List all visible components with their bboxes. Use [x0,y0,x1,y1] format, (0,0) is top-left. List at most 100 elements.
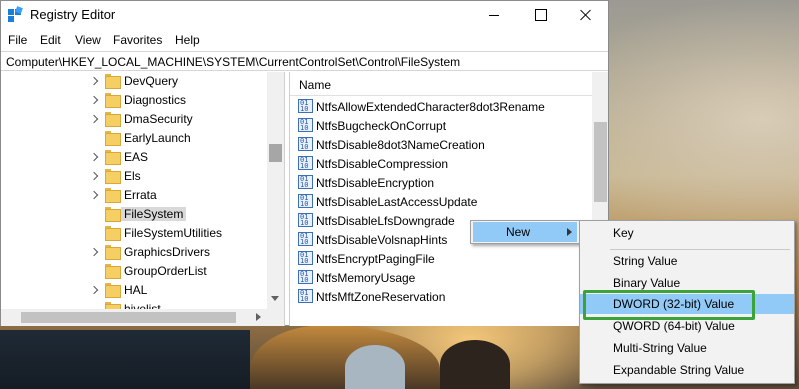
folder-icon [105,264,121,279]
menu-bar: File Edit View Favorites Help [1,30,608,50]
tree-item-label: Diagnostics [124,93,187,107]
registry-value-icon: 01 10 [298,194,313,208]
chevron-right-icon[interactable] [89,152,99,162]
tree-item-grouporderlist[interactable]: GroupOrderList [1,262,269,281]
tree-horizontal-scrollbar[interactable] [1,309,284,326]
value-row[interactable]: 01 10 NtfsDisableLastAccessUpdate [298,192,588,211]
submenu-item-expandable-string-value[interactable]: Expandable String Value [580,360,794,380]
submenu-item-label: Expandable String Value [613,363,745,377]
registry-value-icon: 01 10 [298,175,313,189]
chevron-right-icon[interactable] [89,171,99,181]
value-name: NtfsMemoryUsage [316,271,416,285]
chevron-right-icon[interactable] [89,247,99,257]
chevron-right-icon[interactable] [89,76,99,86]
title-bar[interactable]: Registry Editor [1,1,608,29]
context-menu: New [470,220,580,244]
wallpaper-rock-right [440,340,510,389]
scrollbar-thumb[interactable] [594,122,607,202]
submenu-item-label: String Value [613,254,678,268]
value-name: NtfsDisableCompression [316,157,449,171]
value-row[interactable]: 01 10 NtfsBugcheckOnCorrupt [298,116,588,135]
registry-value-icon: 01 10 [298,137,313,151]
maximize-button[interactable] [517,1,563,29]
value-name: NtfsDisable8dot3NameCreation [316,138,485,152]
value-row[interactable]: 01 10 NtfsDisableEncryption [298,173,588,192]
address-bar[interactable]: Computer\HKEY_LOCAL_MACHINE\SYSTEM\Curre… [1,51,608,71]
menu-file[interactable]: File [8,33,27,47]
tree-item-filesystemutilities[interactable]: FileSystemUtilities [1,224,269,243]
context-menu-new[interactable]: New [473,222,577,242]
value-name: NtfsDisableEncryption [316,176,435,190]
scroll-right-icon[interactable] [256,313,261,321]
submenu-item-label: Key [613,226,634,240]
folder-icon [105,188,121,203]
submenu-item-string-value[interactable]: String Value [580,251,794,271]
registry-value-icon: 01 10 [298,289,313,303]
registry-value-icon: 01 10 [298,118,313,132]
registry-value-icon: 01 10 [298,213,313,227]
submenu-item-label: Multi-String Value [613,341,707,355]
tree-item-label: HAL [124,283,148,297]
value-name: NtfsEncryptPagingFile [316,252,435,266]
tree-item-dmasecurity[interactable]: DmaSecurity [1,110,269,129]
registry-editor-window: Registry Editor File Edit View Favorites… [0,0,609,326]
tree-item-label: FileSystemUtilities [124,226,223,240]
column-header-name[interactable]: Name [290,72,592,96]
menu-view[interactable]: View [75,33,101,47]
menu-edit[interactable]: Edit [40,33,61,47]
value-row[interactable]: 01 10 NtfsEncryptPagingFile [298,249,588,268]
folder-icon [105,150,121,165]
value-row[interactable]: 01 10 NtfsMemoryUsage [298,268,588,287]
tree-item-filesystem[interactable]: FileSystem [1,205,269,224]
folder-icon [105,283,121,298]
value-row[interactable]: 01 10 NtfsDisableCompression [298,154,588,173]
value-row[interactable]: 01 10 NtfsAllowExtendedCharacter8dot3Rena… [298,97,588,116]
wallpaper-shadow [0,330,250,389]
window-title: Registry Editor [30,7,116,22]
menu-separator [610,249,790,250]
submenu-arrow-icon [567,228,572,236]
value-name: NtfsDisableVolsnapHints [316,233,448,247]
chevron-right-icon[interactable] [89,95,99,105]
registry-value-icon: 01 10 [298,156,313,170]
scrollbar-thumb[interactable] [21,312,236,323]
registry-value-icon: 01 10 [298,270,313,284]
tree-item-errata[interactable]: Errata [1,186,269,205]
tree-item-label: GroupOrderList [124,264,207,278]
highlight-annotation-box [583,290,755,320]
scrollbar-thumb[interactable] [269,144,282,162]
tree-item-label: DevQuery [124,74,179,88]
tree-item-graphicsdrivers[interactable]: GraphicsDrivers [1,243,269,262]
tree-item-label: Errata [124,188,157,202]
menu-favorites[interactable]: Favorites [113,33,162,47]
tree-item-eas[interactable]: EAS [1,148,269,167]
tree-vertical-scrollbar[interactable] [267,72,284,309]
tree-item-label: Els [124,169,141,183]
chevron-right-icon[interactable] [89,285,99,295]
tree-item-devquery[interactable]: DevQuery [1,72,269,91]
tree-item-label: GraphicsDrivers [124,245,211,259]
value-row[interactable]: 01 10 NtfsDisable8dot3NameCreation [298,135,588,154]
chevron-right-icon[interactable] [89,190,99,200]
folder-icon [105,93,121,108]
close-button[interactable] [563,1,609,29]
folder-icon [105,207,121,222]
value-name: NtfsAllowExtendedCharacter8dot3Rename [316,100,545,114]
menu-help[interactable]: Help [175,33,200,47]
submenu-item-multi-string-value[interactable]: Multi-String Value [580,338,794,358]
column-header-label: Name [299,78,332,92]
scroll-down-icon[interactable] [271,296,279,301]
tree-item-diagnostics[interactable]: Diagnostics [1,91,269,110]
folder-icon [105,131,121,146]
submenu-item-label: Binary Value [613,276,681,290]
folder-icon [105,112,121,127]
submenu-item-key[interactable]: Key [580,223,794,243]
tree-item-hal[interactable]: HAL [1,281,269,300]
tree-item-earlylaunch[interactable]: EarlyLaunch [1,129,269,148]
tree-item-els[interactable]: Els [1,167,269,186]
chevron-right-icon[interactable] [89,114,99,124]
minimize-button[interactable] [471,1,517,29]
tree-item-label: DmaSecurity [124,112,193,126]
registry-value-icon: 01 10 [298,99,313,113]
value-row[interactable]: 01 10 NtfsMftZoneReservation [298,287,588,306]
